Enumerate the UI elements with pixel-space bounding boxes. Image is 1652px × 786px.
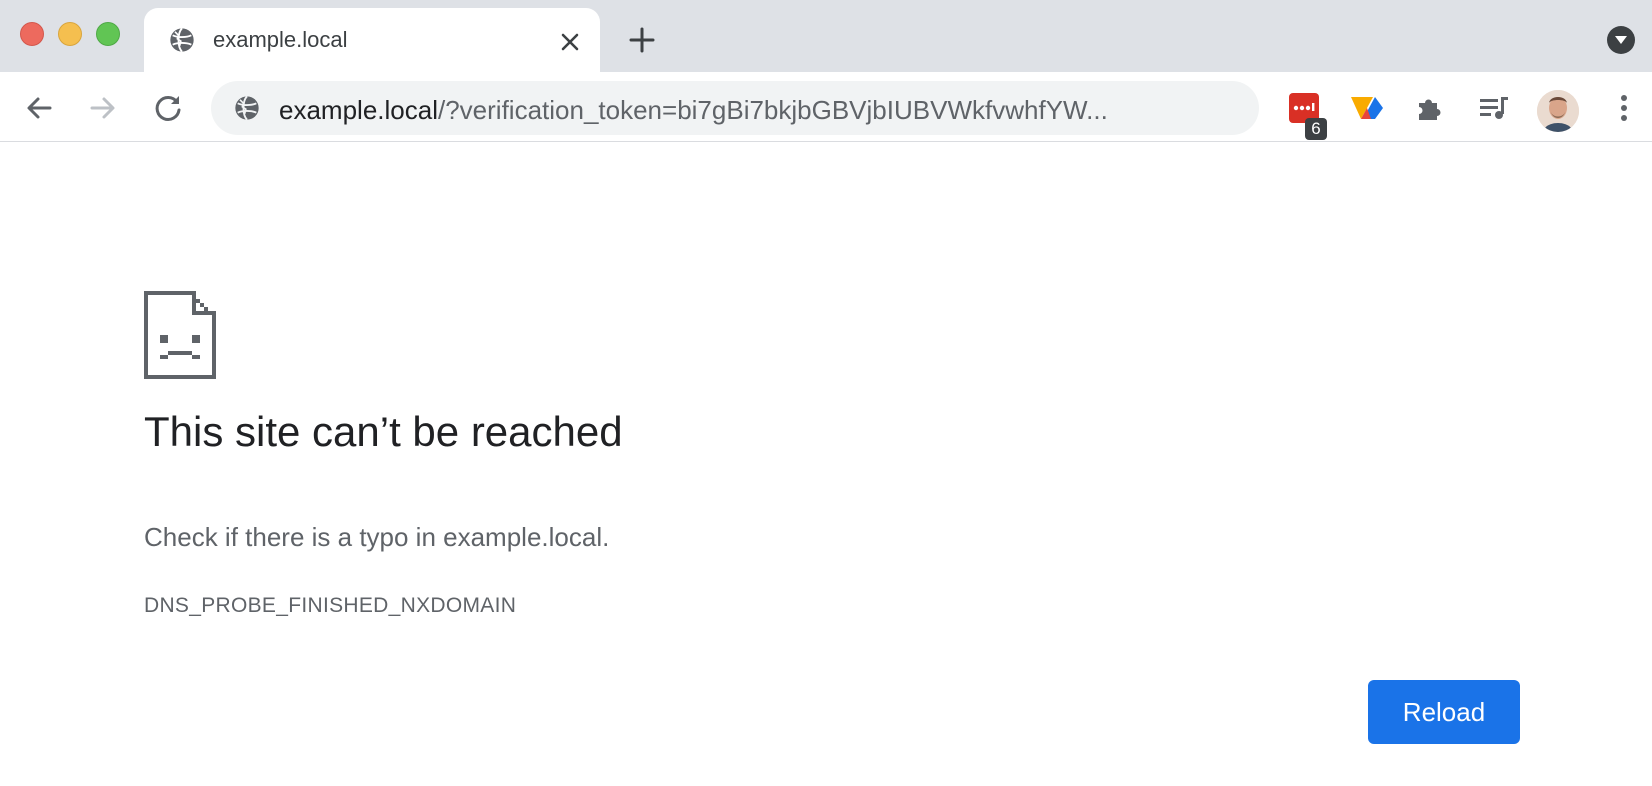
error-description: Check if there is a typo in example.loca…: [144, 522, 610, 552]
zoom-window-button[interactable]: [96, 22, 120, 46]
puzzle-piece-icon[interactable]: [1410, 88, 1450, 128]
reload-icon[interactable]: [148, 88, 188, 128]
kebab-menu-icon[interactable]: [1604, 88, 1644, 128]
media-queue-icon[interactable]: [1474, 88, 1514, 128]
toolbar: example.local/?verification_token=bi7gBi…: [0, 72, 1652, 142]
close-tab-icon[interactable]: [554, 26, 586, 58]
back-button[interactable]: [19, 88, 59, 128]
globe-icon: [168, 26, 196, 59]
minimize-window-button[interactable]: [58, 22, 82, 46]
url-host: example.local: [279, 95, 438, 125]
new-tab-button[interactable]: [622, 22, 662, 58]
error-page: This site can’t be reached Check if ther…: [0, 142, 1652, 786]
extension-badge: 6: [1305, 118, 1327, 140]
address-bar[interactable]: example.local/?verification_token=bi7gBi…: [211, 81, 1259, 135]
url-path: /?verification_token=bi7gBi7bkjbGBVjbIUB…: [437, 95, 1108, 125]
blue-orange-extension-icon[interactable]: [1347, 88, 1387, 128]
close-window-button[interactable]: [20, 22, 44, 46]
avatar[interactable]: [1537, 90, 1579, 132]
page-title: This site can’t be reached: [144, 408, 623, 455]
reload-button[interactable]: Reload: [1368, 680, 1520, 744]
tab-strip: example.local: [0, 0, 1652, 72]
forward-button[interactable]: [83, 88, 123, 128]
error-code: DNS_PROBE_FINISHED_NXDOMAIN: [144, 594, 517, 617]
sad-page-icon: [144, 291, 216, 384]
tab-active[interactable]: example.local: [144, 8, 600, 72]
tab-search-button[interactable]: [1607, 26, 1635, 54]
tab-title: example.local: [213, 27, 348, 52]
url-text[interactable]: example.local/?verification_token=bi7gBi…: [279, 95, 1239, 126]
site-info-globe-icon[interactable]: [233, 94, 261, 127]
